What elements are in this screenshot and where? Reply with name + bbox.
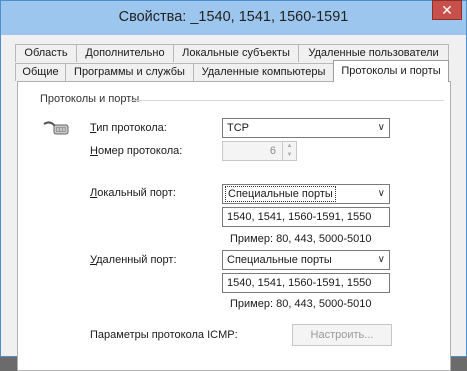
remote-port-select[interactable]: Специальные порты ∨ bbox=[222, 250, 390, 270]
tab-remote-computers[interactable]: Удаленные компьютеры bbox=[193, 63, 334, 81]
remote-port-example: Пример: 80, 443, 5000-5010 bbox=[230, 298, 372, 310]
protocol-type-select[interactable]: TCP ∨ bbox=[222, 118, 390, 138]
icmp-settings-label: Параметры протокола ICMP: bbox=[90, 329, 238, 341]
tab-scope[interactable]: Область bbox=[15, 44, 77, 62]
properties-dialog: Свойства: _1540, 1541, 1560-1591 ✕ Облас… bbox=[0, 0, 467, 371]
close-button[interactable]: ✕ bbox=[432, 0, 462, 20]
remote-port-input[interactable]: 1540, 1541, 1560-1591, 1550 bbox=[222, 273, 390, 293]
remote-port-select-value: Специальные порты bbox=[227, 254, 332, 266]
local-port-select[interactable]: Специальные порты ∨ bbox=[222, 184, 390, 204]
local-port-input[interactable]: 1540, 1541, 1560-1591, 1550 bbox=[222, 207, 390, 227]
window-title: Свойства: _1540, 1541, 1560-1591 bbox=[118, 9, 349, 25]
remote-port-label: Удаленный порт: bbox=[90, 254, 177, 266]
tab-programs-services[interactable]: Программы и службы bbox=[65, 63, 194, 81]
protocol-number-stepper[interactable]: 6 ▲ ▼ bbox=[222, 141, 297, 161]
protocol-type-label: Тип протокола: bbox=[90, 122, 167, 134]
group-title: Протоколы и порты bbox=[40, 93, 140, 105]
chevron-down-icon: ∨ bbox=[377, 122, 385, 133]
protocol-number-value: 6 bbox=[269, 145, 276, 157]
network-cable-icon bbox=[42, 117, 74, 143]
tab-local-principals[interactable]: Локальные субъекты bbox=[173, 44, 299, 62]
stepper-buttons[interactable]: ▲ ▼ bbox=[282, 142, 296, 160]
protocol-number-label: Номер протокола: bbox=[90, 145, 183, 157]
chevron-down-icon[interactable]: ▼ bbox=[283, 151, 296, 160]
chevron-up-icon[interactable]: ▲ bbox=[283, 142, 296, 151]
title-bar: Свойства: _1540, 1541, 1560-1591 ✕ bbox=[1, 0, 466, 35]
icmp-customize-button[interactable]: Настроить... bbox=[292, 324, 392, 346]
group-divider bbox=[130, 100, 444, 101]
local-port-example: Пример: 80, 443, 5000-5010 bbox=[230, 233, 372, 245]
tab-protocols-ports[interactable]: Протоколы и порты bbox=[333, 60, 449, 82]
tab-row-bottom: Общие Программы и службы Удаленные компь… bbox=[1, 60, 466, 82]
local-port-label: Локальный порт: bbox=[90, 187, 176, 199]
tab-general[interactable]: Общие bbox=[15, 63, 66, 81]
local-port-select-value: Специальные порты bbox=[225, 186, 336, 202]
chevron-down-icon: ∨ bbox=[377, 254, 385, 265]
tab-advanced[interactable]: Дополнительно bbox=[76, 44, 174, 62]
tab-panel: Протоколы и порты Тип протокола: TCP ∨ Н… bbox=[17, 81, 451, 371]
protocol-type-value: TCP bbox=[227, 122, 249, 134]
chevron-down-icon: ∨ bbox=[377, 188, 385, 199]
